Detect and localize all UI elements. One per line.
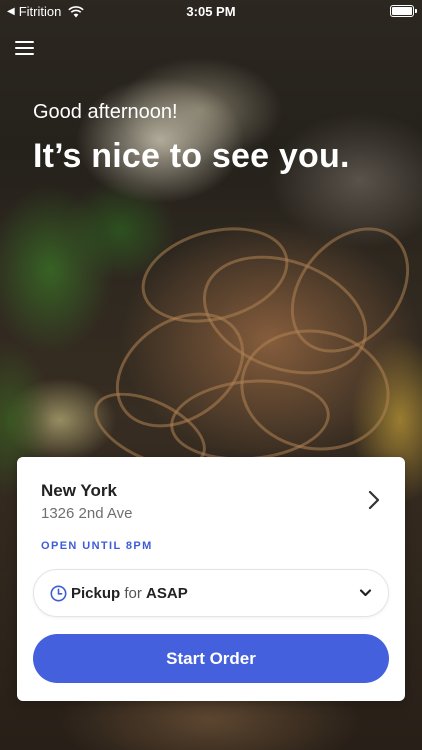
battery-icon (390, 5, 417, 17)
order-time: ASAP (146, 585, 188, 602)
greeting-title: It’s nice to see you. (33, 137, 350, 175)
order-connector: for (124, 585, 142, 602)
order-card: New York 1326 2nd Ave OPEN UNTIL 8PM Pic… (17, 457, 405, 701)
clock-icon (50, 585, 67, 602)
order-type-label: Pickup for ASAP (71, 585, 188, 602)
order-type-dropdown[interactable]: Pickup for ASAP (33, 569, 389, 617)
chevron-right-icon (368, 490, 380, 510)
order-mode: Pickup (71, 585, 121, 602)
status-bar: ◀ Fitrition 3:05 PM (0, 0, 422, 22)
clock-time: 3:05 PM (186, 4, 236, 19)
location-address: 1326 2nd Ave (41, 505, 133, 522)
store-hours: OPEN UNTIL 8PM (41, 540, 153, 552)
greeting-subtitle: Good afternoon! (33, 101, 178, 123)
hamburger-menu-icon[interactable] (15, 40, 35, 56)
chevron-down-icon (359, 589, 372, 597)
location-name: New York (41, 481, 117, 500)
start-order-button[interactable]: Start Order (33, 634, 389, 683)
location-selector[interactable]: New York 1326 2nd Ave (17, 457, 405, 537)
